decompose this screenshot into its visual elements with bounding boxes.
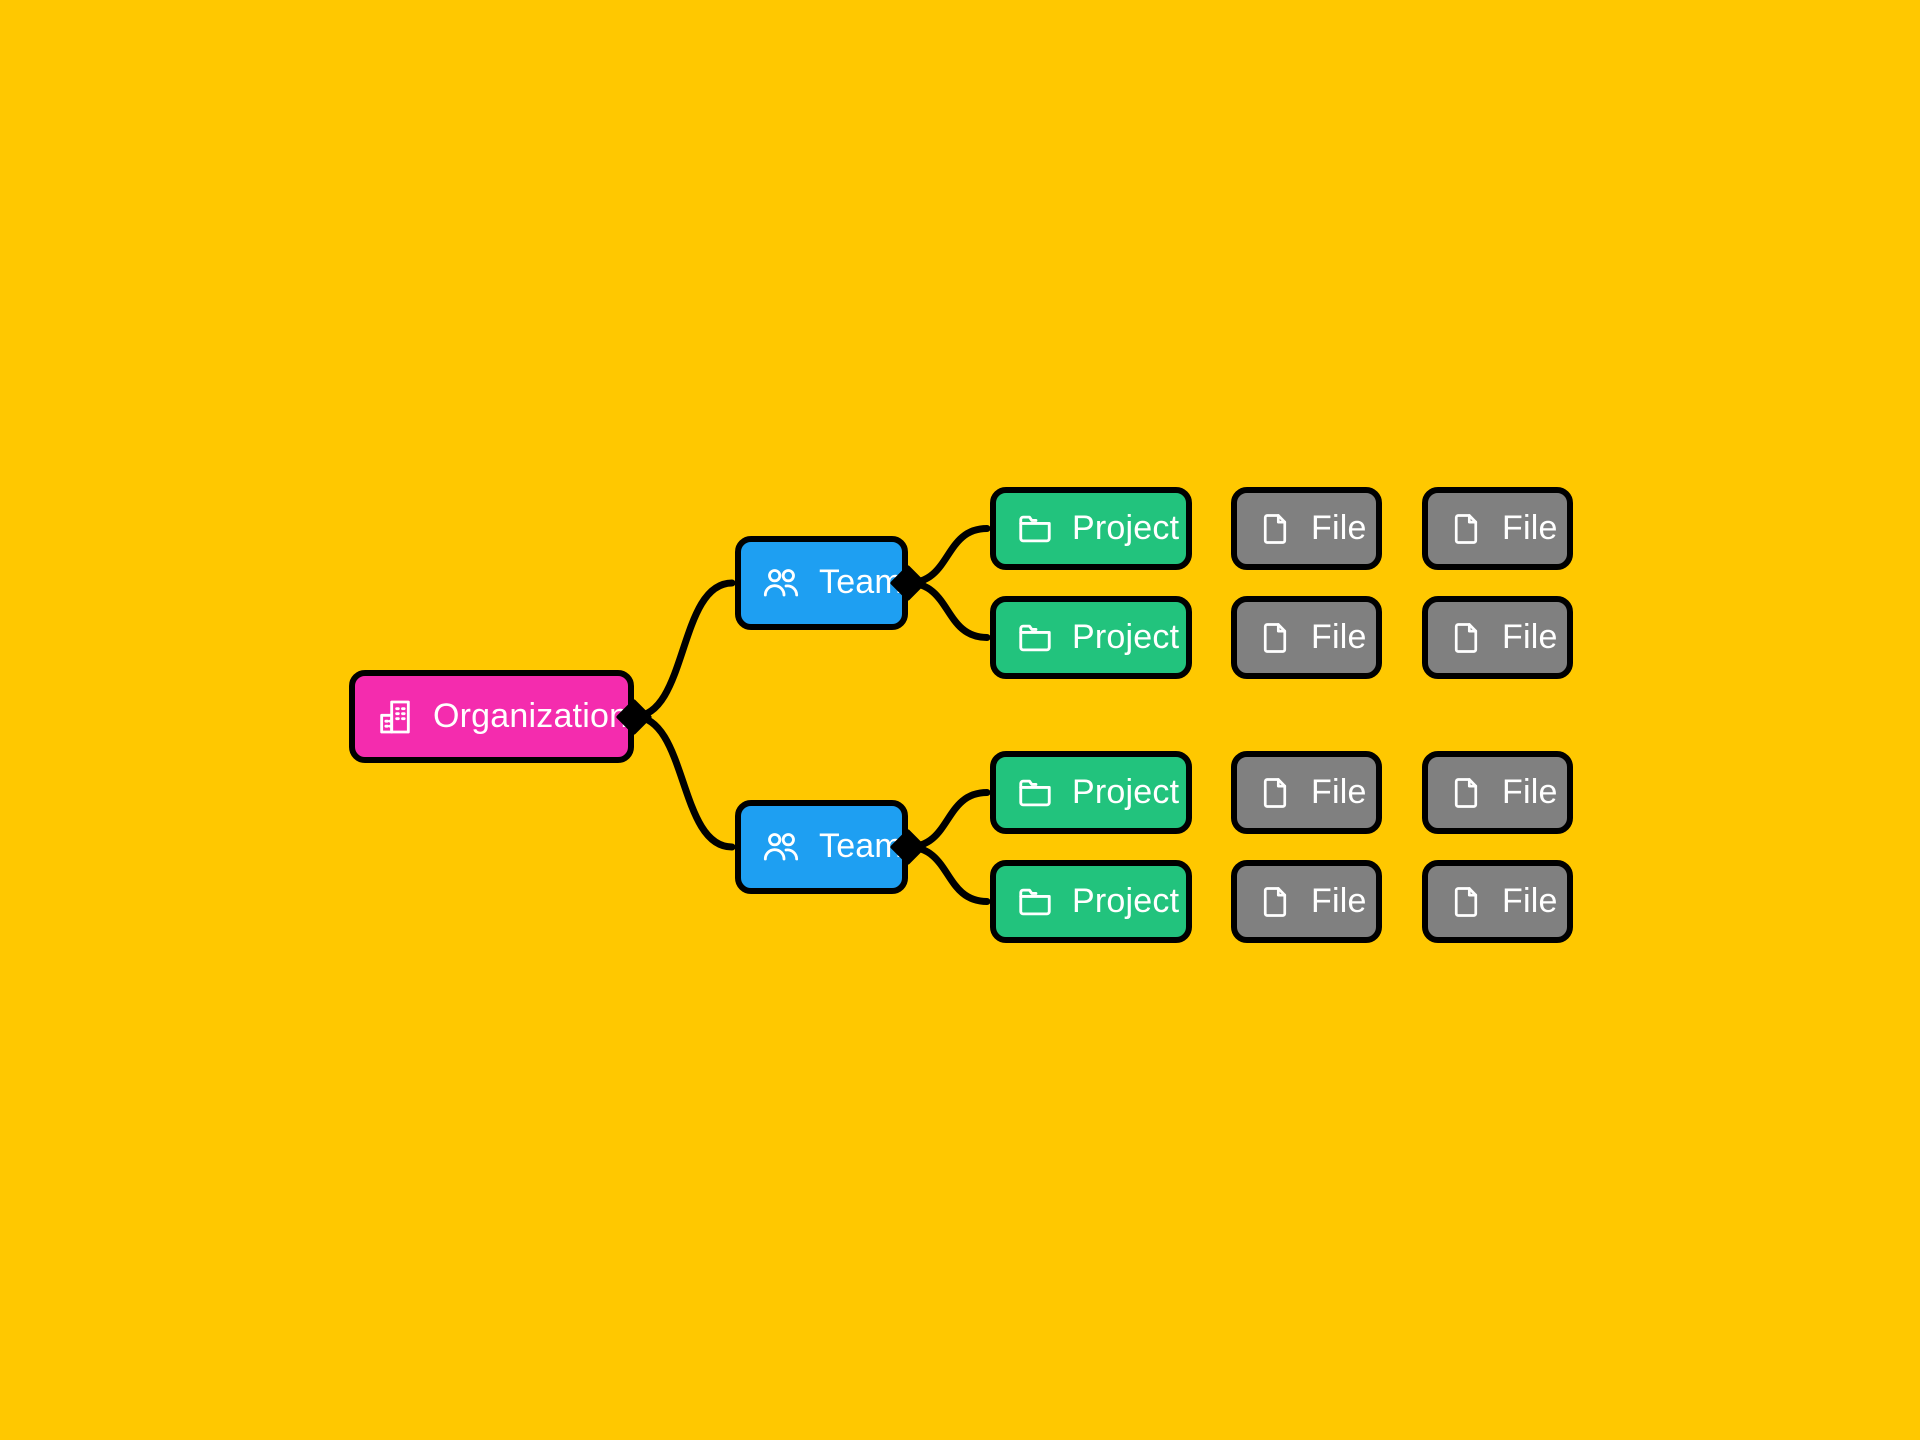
node-label-file-8: File [1502, 881, 1558, 920]
document-icon [1263, 513, 1287, 544]
document-icon [1263, 886, 1287, 917]
node-team-1[interactable]: Team [735, 536, 908, 630]
building-icon [380, 700, 410, 733]
edge-e-org-team1[interactable] [630, 579, 736, 720]
node-project-4[interactable]: Project [990, 860, 1192, 943]
users-icon [763, 833, 799, 861]
node-label-project-2: Project [1072, 617, 1180, 656]
node-label-file-6: File [1502, 772, 1558, 811]
node-project-1[interactable]: Project [990, 487, 1192, 570]
users-icon [763, 569, 799, 597]
node-label-file-1: File [1311, 508, 1367, 547]
node-team-2[interactable]: Team [735, 800, 908, 894]
node-label-project-1: Project [1072, 508, 1180, 547]
node-file-1[interactable]: File [1231, 487, 1382, 570]
node-project-2[interactable]: Project [990, 596, 1192, 679]
folder-icon [1019, 888, 1051, 915]
edge-e-team2-p4[interactable] [904, 843, 991, 905]
edge-e-team1-p1[interactable] [904, 525, 991, 587]
node-file-4[interactable]: File [1422, 596, 1573, 679]
document-icon [1263, 622, 1287, 653]
node-label-file-7: File [1311, 881, 1367, 920]
edge-layer [630, 525, 991, 905]
node-file-3[interactable]: File [1231, 596, 1382, 679]
node-label-file-5: File [1311, 772, 1367, 811]
edge-e-team2-p3[interactable] [904, 789, 991, 851]
node-label-file-2: File [1502, 508, 1558, 547]
document-icon [1454, 513, 1478, 544]
document-icon [1263, 777, 1287, 808]
node-file-6[interactable]: File [1422, 751, 1573, 834]
folder-icon [1019, 515, 1051, 542]
node-label-file-4: File [1502, 617, 1558, 656]
document-icon [1454, 886, 1478, 917]
folder-icon [1019, 779, 1051, 806]
node-file-8[interactable]: File [1422, 860, 1573, 943]
node-label-project-4: Project [1072, 881, 1180, 920]
document-icon [1454, 777, 1478, 808]
document-icon [1454, 622, 1478, 653]
node-file-2[interactable]: File [1422, 487, 1573, 570]
node-project-3[interactable]: Project [990, 751, 1192, 834]
node-label-project-3: Project [1072, 772, 1180, 811]
node-org[interactable]: Organization [349, 670, 634, 763]
node-file-5[interactable]: File [1231, 751, 1382, 834]
node-file-7[interactable]: File [1231, 860, 1382, 943]
folder-icon [1019, 624, 1051, 651]
node-label-org: Organization [433, 696, 629, 735]
edge-e-org-team2[interactable] [630, 713, 736, 851]
node-label-file-3: File [1311, 617, 1367, 656]
edge-e-team1-p2[interactable] [904, 579, 991, 641]
diagram-canvas: Organization Team Team Project Project Projec… [0, 0, 1920, 1440]
